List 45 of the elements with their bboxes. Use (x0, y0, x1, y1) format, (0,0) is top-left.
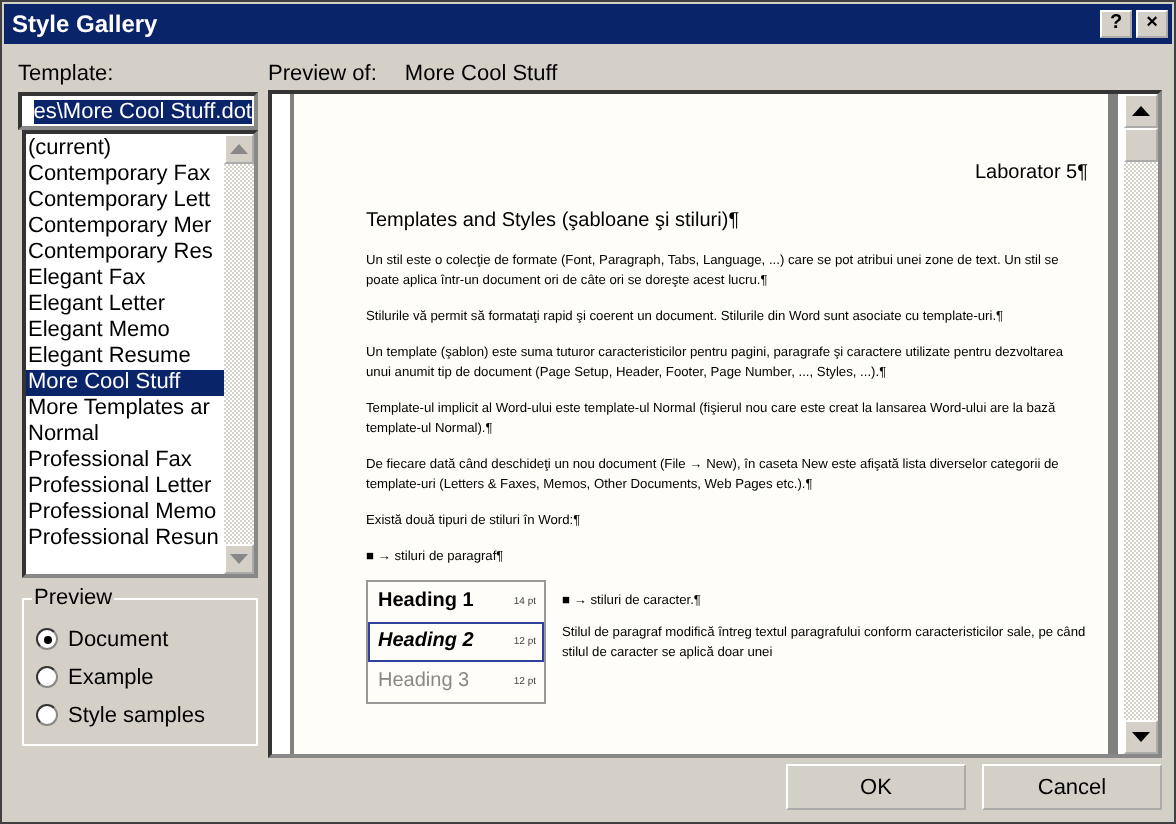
style-name: Heading 1 (378, 591, 474, 612)
list-item[interactable]: More Templates ar (26, 396, 224, 422)
list-item[interactable]: Professional Memo (26, 500, 224, 526)
down-arrow-icon (1132, 732, 1150, 742)
help-button[interactable]: ? (1100, 10, 1132, 38)
scroll-thumb[interactable] (1124, 127, 1158, 162)
up-arrow-icon (230, 144, 248, 154)
radio-label[interactable]: Document (68, 627, 169, 651)
ok-button[interactable]: OK (786, 764, 966, 810)
style-name: Heading 3 (378, 671, 470, 692)
radio-label[interactable]: Example (68, 665, 154, 689)
list-item[interactable]: Elegant Letter (26, 292, 224, 318)
list-item[interactable]: Elegant Fax (26, 266, 224, 292)
radio-button[interactable] (36, 666, 58, 688)
list-item[interactable]: Elegant Memo (26, 318, 224, 344)
list-item[interactable]: (current) (26, 136, 224, 162)
preview-name: More Cool Stuff (404, 62, 558, 90)
group-title: Preview (32, 586, 115, 610)
list-item[interactable]: Contemporary Lett (26, 188, 224, 214)
style-name: Heading 2 (378, 631, 474, 652)
radio-button[interactable] (36, 628, 58, 650)
list-item[interactable]: Professional Resun (26, 526, 224, 552)
down-arrow-icon (230, 554, 248, 564)
radio-button[interactable] (36, 704, 58, 726)
list-item[interactable]: Contemporary Mer (26, 214, 224, 240)
document-title: Templates and Styles (şabloane şi stiluri)¶ (366, 211, 742, 232)
up-arrow-icon (1132, 105, 1150, 116)
template-list[interactable] (22, 130, 258, 578)
radio-label[interactable]: Style samples (68, 703, 205, 727)
list-item[interactable]: Normal (26, 422, 224, 448)
cancel-button[interactable]: Cancel (982, 764, 1162, 810)
list-item[interactable]: Contemporary Fax (26, 162, 224, 188)
preview-label: Preview of: (268, 62, 377, 90)
close-button[interactable]: × (1136, 10, 1168, 38)
template-label: Template: (18, 62, 116, 86)
window-title: Style Gallery (12, 10, 158, 38)
list-item[interactable]: Contemporary Res (26, 240, 224, 266)
list-item[interactable]: Elegant Resume (26, 344, 224, 370)
list-item[interactable]: More Cool Stuff (26, 370, 224, 396)
scroll-up-button[interactable] (1124, 93, 1158, 128)
scroll-down-button[interactable] (1124, 720, 1158, 754)
page-header: Laborator 5¶ (972, 163, 1088, 184)
template-field[interactable]: es\More Cool Stuff.dot (18, 92, 258, 130)
list-item[interactable]: Professional Fax (26, 448, 224, 474)
list-item[interactable]: Professional Letter (26, 474, 224, 500)
